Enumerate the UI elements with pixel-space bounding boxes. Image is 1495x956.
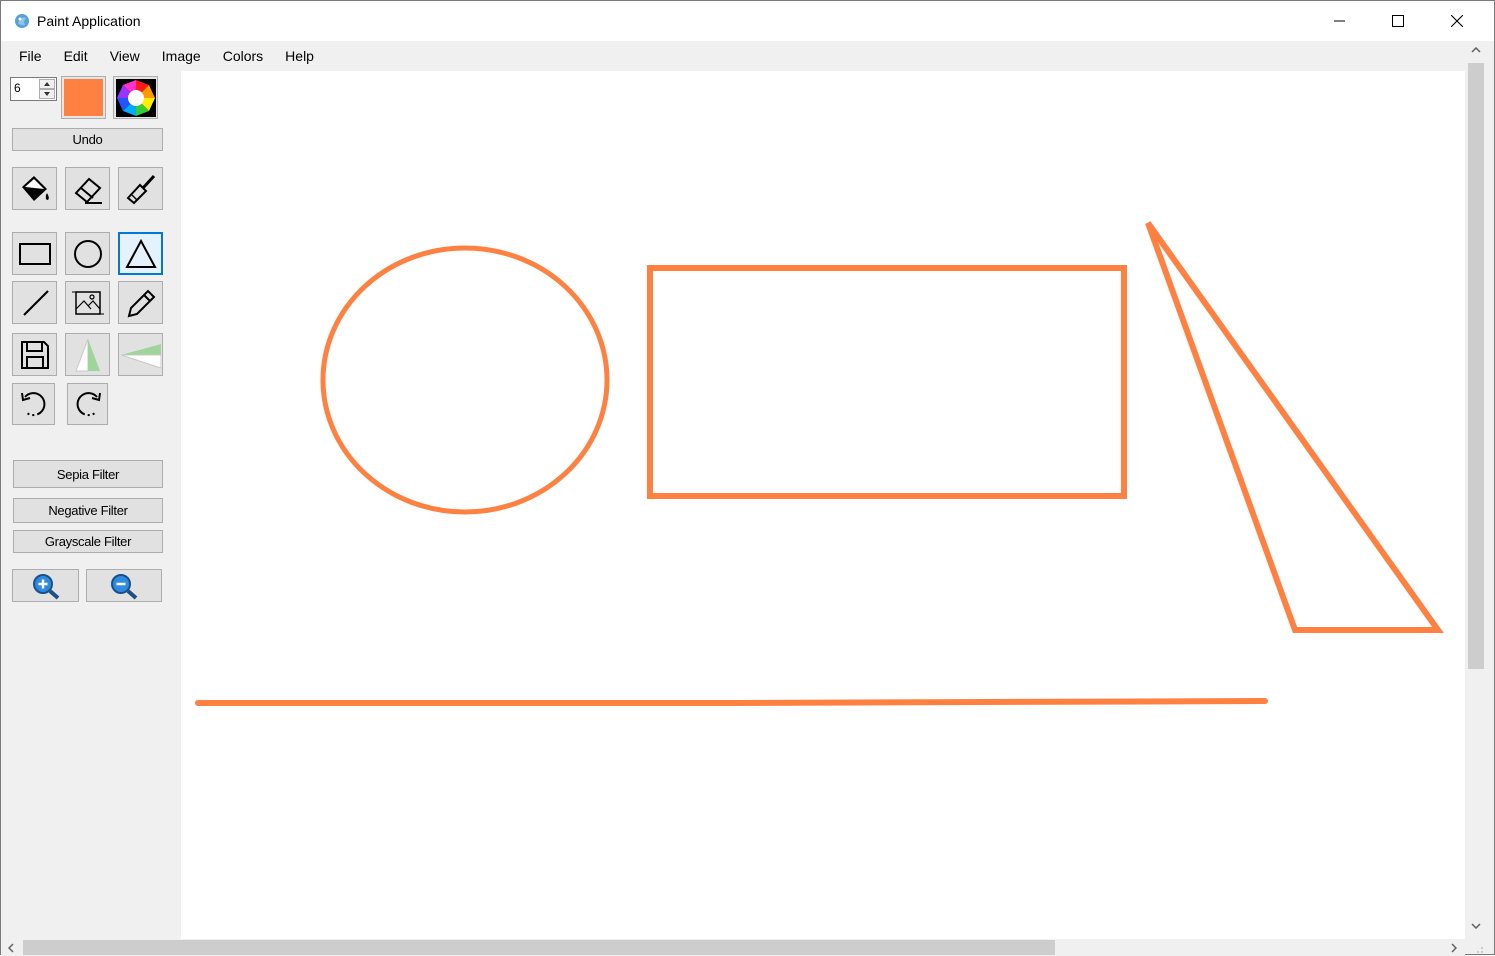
grayscale-filter-button[interactable]: Grayscale Filter bbox=[13, 530, 163, 553]
save-icon bbox=[20, 340, 49, 369]
scroll-up-icon[interactable] bbox=[1471, 47, 1481, 53]
line-icon bbox=[22, 289, 49, 316]
drawing-canvas[interactable] bbox=[181, 71, 1465, 939]
flip-horizontal-icon bbox=[120, 343, 161, 369]
menu-view[interactable]: View bbox=[99, 41, 151, 71]
drawn-triangle bbox=[1145, 221, 1444, 633]
menu-edit[interactable]: Edit bbox=[53, 41, 99, 71]
chevron-down-icon bbox=[44, 92, 50, 96]
triangle-tool-button[interactable] bbox=[118, 232, 163, 275]
rectangle-icon bbox=[18, 242, 51, 265]
vertical-scroll-thumb[interactable] bbox=[1468, 63, 1484, 669]
canvas-surface bbox=[195, 221, 1444, 706]
scroll-left-icon[interactable] bbox=[8, 943, 14, 953]
title-bar: Paint Application bbox=[1, 1, 1494, 41]
rotate-left-icon bbox=[20, 392, 45, 417]
eraser-icon bbox=[74, 177, 102, 204]
menu-file[interactable]: File bbox=[8, 41, 53, 71]
app-window: Paint Application File Edit View Image C… bbox=[0, 0, 1495, 956]
color-palette-button[interactable] bbox=[113, 76, 158, 119]
scroll-down-icon[interactable] bbox=[1471, 923, 1481, 929]
rotate-right-button[interactable] bbox=[67, 383, 108, 425]
scroll-right-icon[interactable] bbox=[1451, 943, 1457, 953]
drawn-line bbox=[195, 698, 1268, 706]
horizontal-scrollbar[interactable] bbox=[1, 939, 1465, 956]
zoom-in-icon bbox=[32, 573, 59, 600]
menu-image[interactable]: Image bbox=[151, 41, 212, 71]
current-color-button[interactable] bbox=[61, 76, 106, 119]
image-tool-button[interactable] bbox=[65, 281, 110, 324]
fill-bucket-icon bbox=[21, 175, 49, 201]
save-tool-button[interactable] bbox=[12, 333, 57, 376]
current-color-swatch bbox=[64, 79, 103, 116]
spinner-down-button[interactable] bbox=[39, 89, 55, 99]
chevron-up-icon bbox=[44, 82, 50, 86]
drawn-rectangle bbox=[647, 265, 1127, 499]
line-tool-button[interactable] bbox=[12, 281, 57, 324]
brush-size-spinner[interactable]: 6 bbox=[10, 77, 57, 101]
minimize-icon bbox=[1334, 20, 1345, 22]
menu-colors[interactable]: Colors bbox=[212, 41, 274, 71]
brush-icon bbox=[126, 174, 155, 204]
window-title: Paint Application bbox=[37, 13, 141, 29]
menu-help[interactable]: Help bbox=[274, 41, 325, 71]
horizontal-scroll-thumb[interactable] bbox=[23, 940, 1055, 955]
circle-tool-button[interactable] bbox=[65, 232, 110, 275]
undo-button[interactable]: Undo bbox=[12, 128, 163, 151]
spinner-up-button[interactable] bbox=[39, 79, 55, 89]
close-button[interactable] bbox=[1428, 1, 1486, 41]
resize-grip-icon[interactable] bbox=[1471, 941, 1485, 955]
minimize-button[interactable] bbox=[1311, 1, 1369, 41]
pencil-tool-button[interactable] bbox=[118, 281, 163, 324]
fill-tool-button[interactable] bbox=[12, 167, 57, 210]
triangle-icon bbox=[124, 238, 157, 268]
flip-horizontal-button[interactable] bbox=[118, 333, 163, 376]
app-icon bbox=[15, 14, 29, 28]
eraser-tool-button[interactable] bbox=[65, 167, 110, 210]
maximize-icon bbox=[1392, 15, 1404, 27]
brush-tool-button[interactable] bbox=[118, 167, 163, 210]
close-icon bbox=[1451, 15, 1463, 27]
menu-bar: File Edit View Image Colors Help bbox=[1, 41, 1464, 71]
zoom-out-button[interactable] bbox=[86, 569, 162, 602]
flip-vertical-icon bbox=[74, 338, 100, 371]
image-icon bbox=[71, 290, 104, 315]
rotate-left-button[interactable] bbox=[12, 383, 55, 425]
color-wheel-icon bbox=[115, 78, 156, 117]
negative-filter-button[interactable]: Negative Filter bbox=[13, 498, 163, 523]
maximize-button[interactable] bbox=[1369, 1, 1427, 41]
zoom-out-icon bbox=[111, 573, 138, 600]
vertical-scrollbar[interactable] bbox=[1465, 41, 1487, 939]
brush-size-value: 6 bbox=[14, 81, 21, 95]
zoom-in-button[interactable] bbox=[12, 569, 79, 602]
drawn-ellipse bbox=[320, 245, 610, 515]
pencil-icon bbox=[127, 289, 155, 317]
sepia-filter-button[interactable]: Sepia Filter bbox=[13, 460, 163, 488]
flip-vertical-button[interactable] bbox=[65, 333, 110, 376]
tool-sidebar: 6 Undo Sepia Filter Negative Filter Gray… bbox=[1, 71, 181, 939]
rectangle-tool-button[interactable] bbox=[12, 232, 57, 275]
circle-icon bbox=[73, 239, 102, 268]
rotate-right-icon bbox=[76, 392, 101, 417]
